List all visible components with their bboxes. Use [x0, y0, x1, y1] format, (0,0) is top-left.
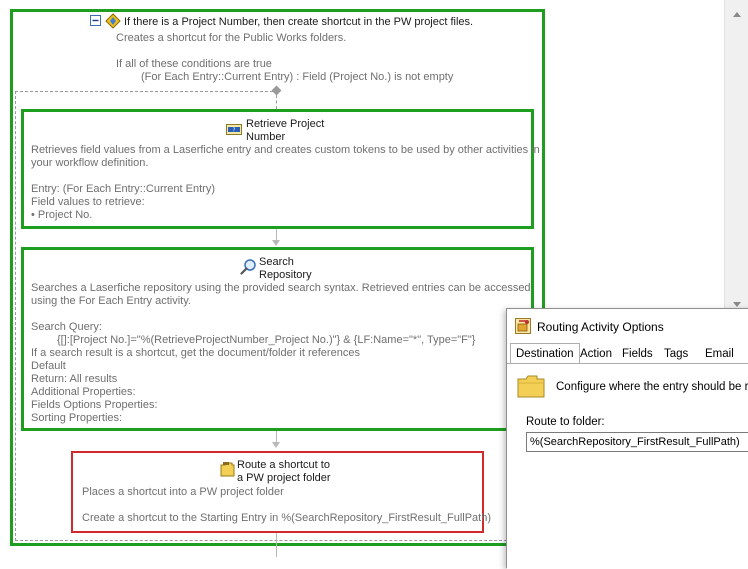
retrieve-desc-line1: Retrieves field values from a Laserfiche…	[31, 144, 540, 156]
search-default: Default	[31, 360, 66, 372]
scroll-down-arrow-icon[interactable]	[733, 302, 741, 307]
search-query-label: Search Query:	[31, 321, 102, 333]
condition-title: If there is a Project Number, then creat…	[124, 16, 474, 28]
dialog-title: Routing Activity Options	[537, 320, 664, 334]
route-to-folder-input[interactable]: %(SearchRepository_FirstResult_FullPath)	[526, 432, 748, 452]
condition-rule: (For Each Entry::Current Entry) : Field …	[141, 71, 454, 83]
destination-tab-panel: Configure where the entry should be rout…	[507, 364, 748, 569]
bottom-connector-line	[276, 533, 277, 557]
branch-left-dashed-line	[15, 91, 16, 541]
retrieve-field-item: • Project No.	[31, 209, 93, 221]
route-title-line1: Route a shortcut to	[237, 459, 330, 471]
search-query: {[]:[Project No.]="%(RetrieveProjectNumb…	[57, 334, 476, 346]
retrieve-fields-header: Field values to retrieve:	[31, 196, 145, 208]
search-return: Return: All results	[31, 373, 118, 385]
destination-description: Configure where the entry should be rout…	[556, 381, 748, 393]
destination-folder-icon	[517, 375, 545, 398]
search-title-line1: Search	[259, 256, 294, 268]
retrieve-entry: Entry: (For Each Entry::Current Entry)	[31, 183, 215, 195]
search-title-line2: Repository	[259, 269, 312, 281]
search-magnifier-icon	[240, 259, 256, 275]
search-additional-properties: Additional Properties:	[31, 386, 136, 398]
route-action: Create a shortcut to the Starting Entry …	[82, 512, 492, 524]
dialog-title-bar[interactable]: Routing Activity Options	[507, 309, 748, 343]
conditional-decision-icon	[105, 13, 121, 29]
retrieve-title-line2: Number	[246, 131, 286, 143]
dialog-tab-strip: Destination Action Fields Tags Email	[507, 343, 748, 364]
svg-text:?: ?	[233, 128, 236, 134]
routing-activity-icon	[515, 318, 531, 334]
tab-destination[interactable]: Destination	[510, 343, 580, 364]
vertical-scrollbar[interactable]	[724, 0, 748, 320]
route-to-folder-label: Route to folder:	[526, 416, 605, 428]
search-desc-line2: using the For Each Entry activity.	[31, 295, 191, 307]
condition-description: Creates a shortcut for the Public Works …	[116, 32, 347, 44]
route-desc: Places a shortcut into a PW project fold…	[82, 486, 284, 498]
search-shortcut-rule: If a search result is a shortcut, get th…	[31, 347, 360, 359]
collapse-toggle-icon[interactable]	[90, 15, 102, 27]
tab-fields[interactable]: Fields	[617, 345, 658, 363]
tab-tags[interactable]: Tags	[659, 345, 693, 363]
branch-top-dashed-line	[15, 91, 273, 92]
routing-activity-options-dialog[interactable]: Routing Activity Options Destination Act…	[506, 308, 748, 569]
retrieve-desc-line2: your workflow definition.	[31, 157, 149, 169]
retrieve-title-line1: Retrieve Project	[246, 118, 325, 130]
search-fields-options-properties: Fields Options Properties:	[31, 399, 158, 411]
tab-action[interactable]: Action	[575, 345, 617, 363]
branch-bottom-dashed-connector	[276, 95, 277, 109]
connector-arrow-icon	[272, 442, 280, 448]
scroll-up-arrow-icon[interactable]	[733, 12, 741, 17]
connector-arrow-icon	[272, 240, 280, 246]
search-sorting-properties: Sorting Properties:	[31, 412, 123, 424]
branch-bottom-dashed-line	[15, 540, 542, 541]
condition-rule-header: If all of these conditions are true	[116, 58, 272, 70]
tab-email[interactable]: Email	[700, 345, 739, 363]
route-folder-icon	[220, 462, 235, 477]
route-title-line2: a PW project folder	[237, 472, 331, 484]
search-desc-line1: Searches a Laserfiche repository using t…	[31, 282, 531, 294]
retrieve-field-values-icon: ?	[226, 124, 242, 135]
